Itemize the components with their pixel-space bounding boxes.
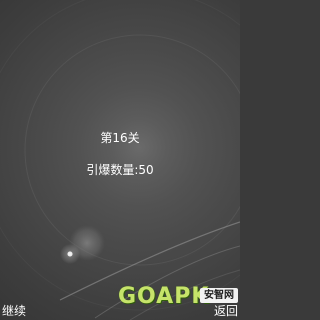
detonation-count: 引爆数量:50 — [86, 163, 154, 177]
watermark-brand: GOAPK — [118, 284, 210, 309]
level-title: 第16关 — [100, 131, 140, 145]
watermark-badge: 安智网 — [200, 288, 238, 303]
game-screen: 第16关 引爆数量:50 GOAPK 安智网 继续 返回 — [0, 0, 240, 320]
background-decoration — [0, 0, 240, 320]
back-softkey[interactable]: 返回 — [214, 304, 238, 318]
continue-softkey[interactable]: 继续 — [2, 304, 26, 318]
